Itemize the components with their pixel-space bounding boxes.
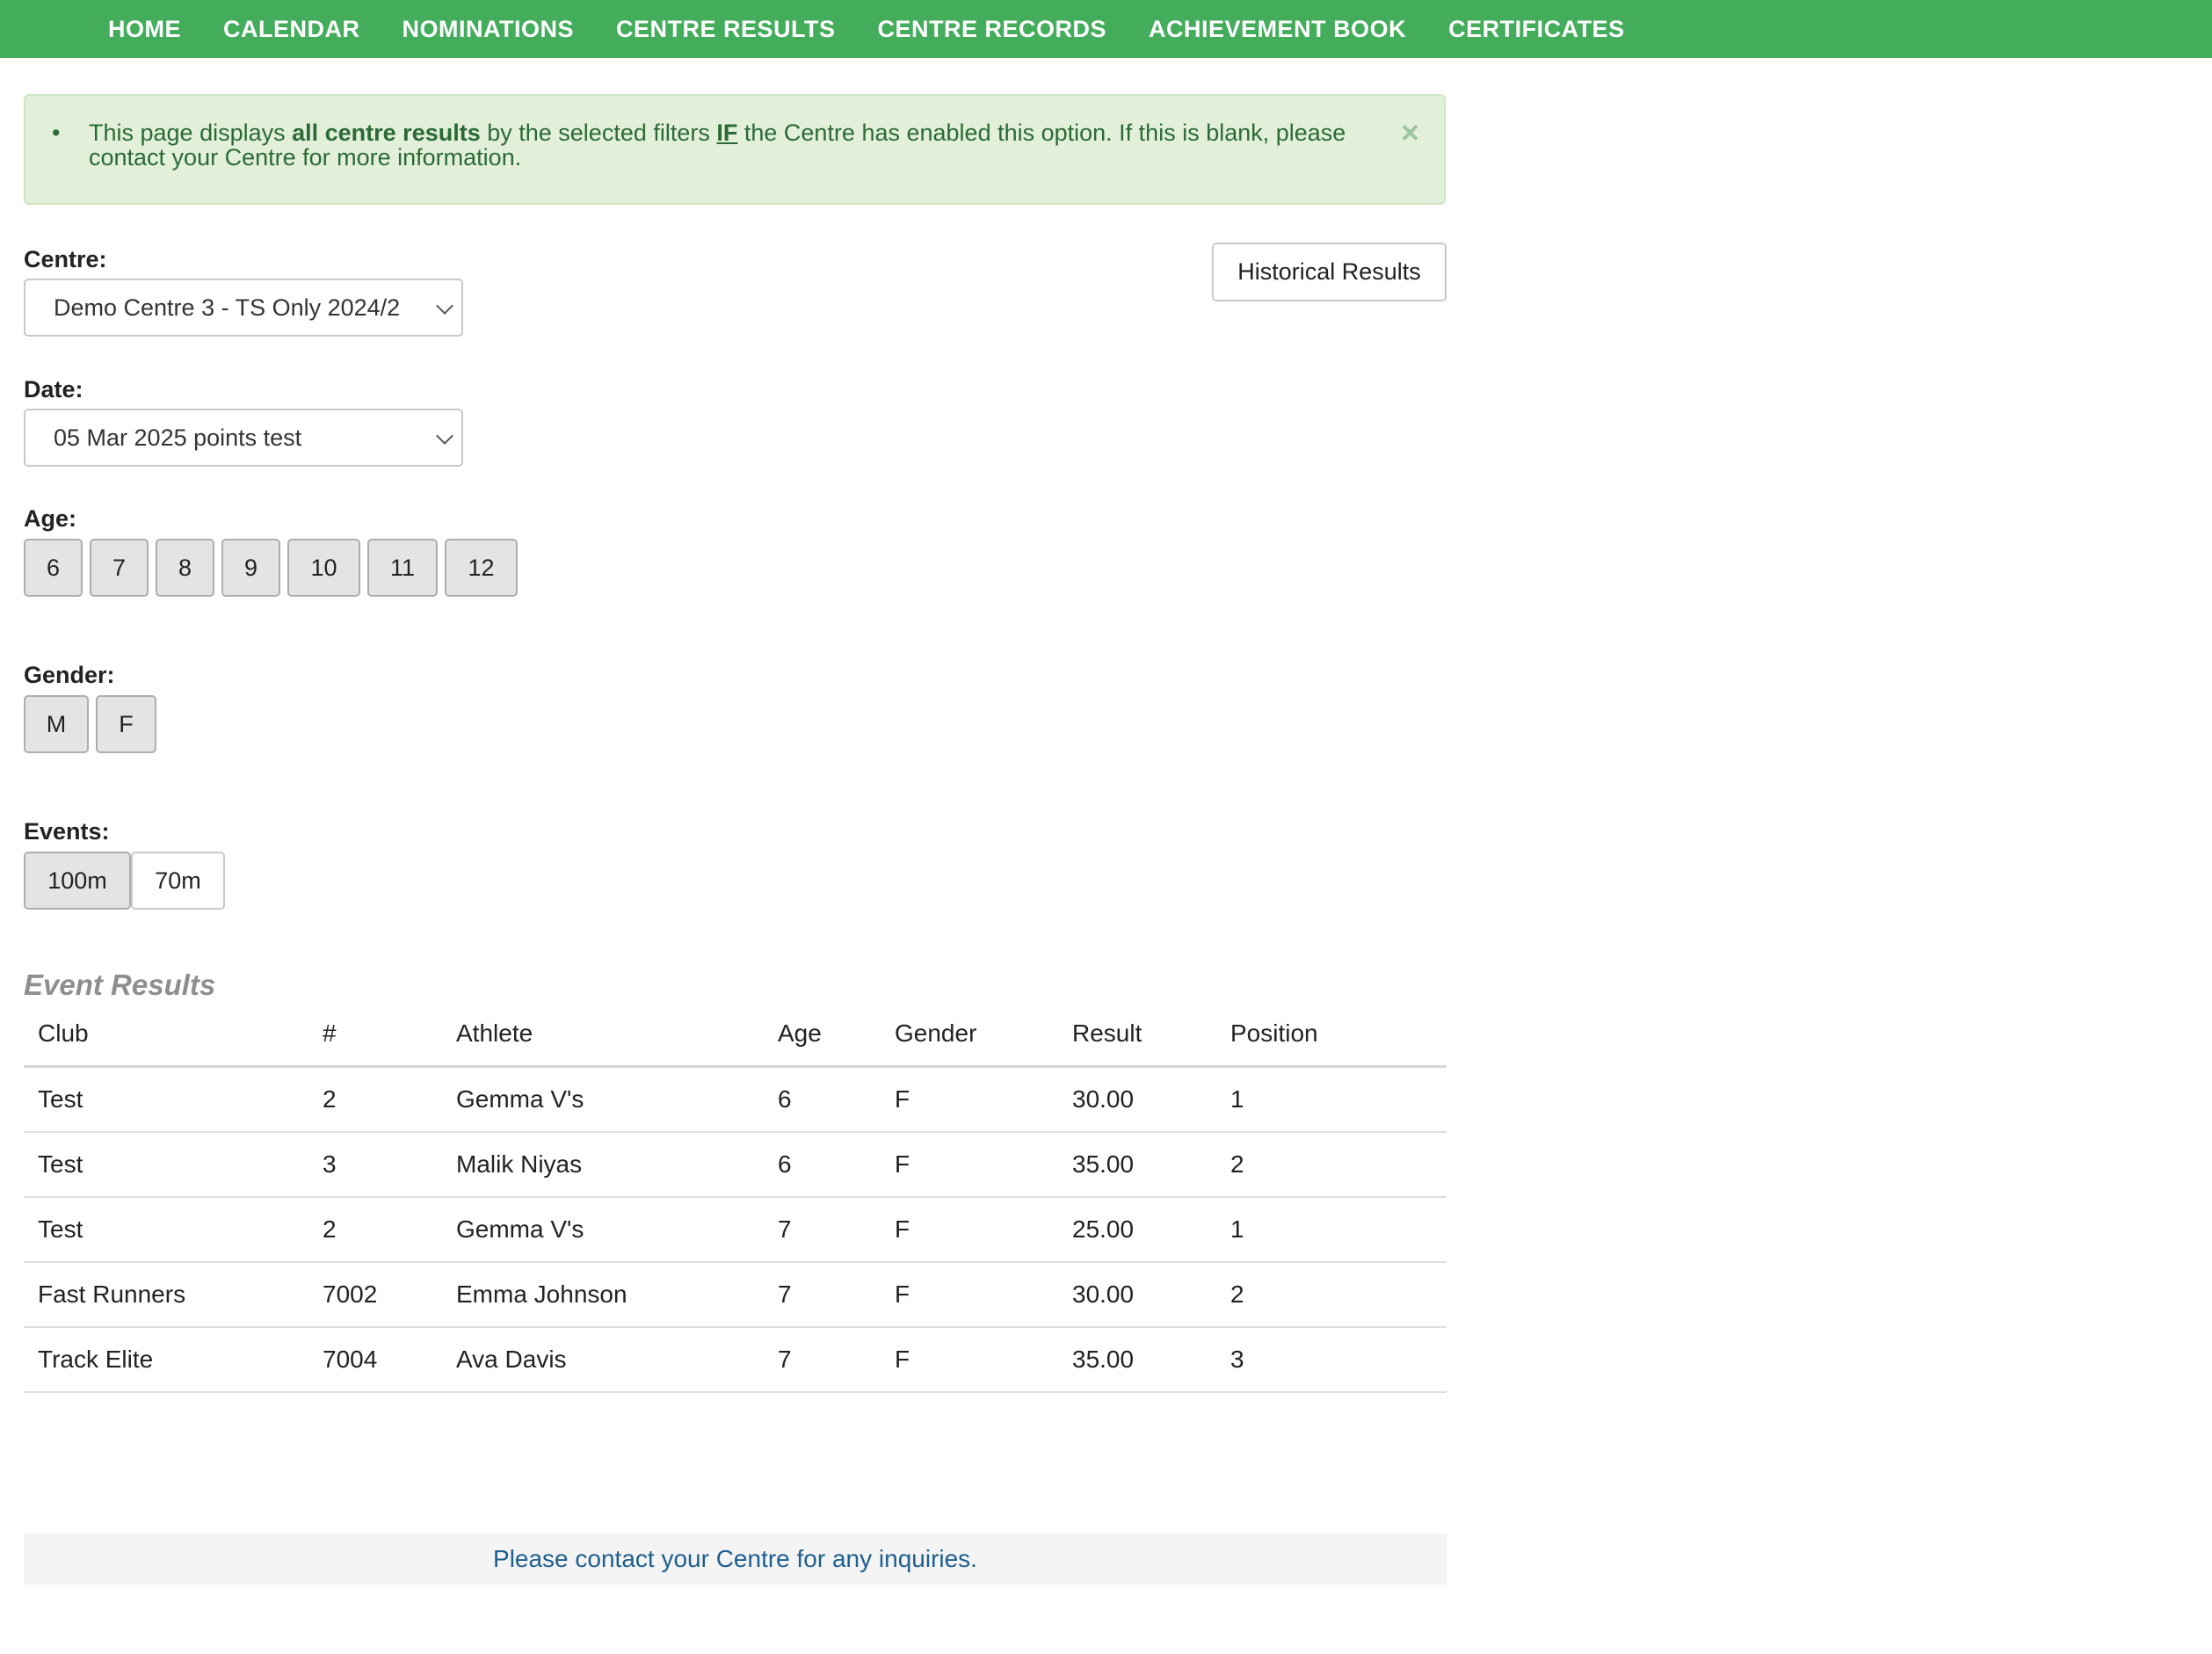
alert-text-1: This page displays [89,120,293,146]
date-select-value: 05 Mar 2025 points test [54,424,302,451]
info-alert: • This page displays all centre results … [24,94,1446,205]
nav-centre-records[interactable]: CENTRE RECORDS [878,16,1107,43]
column-header-position: Position [1216,1002,1447,1068]
alert-message: This page displays all centre results by… [89,120,1345,170]
cell-athlete: Gemma V's [442,1066,764,1133]
table-header-row: Club # Athlete Age Gender Result Positio… [24,1002,1447,1068]
cell-number: 7002 [308,1262,442,1328]
cell-age: 6 [764,1132,881,1198]
alert-bullet: • [52,120,61,146]
gender-label: Gender: [24,662,115,688]
column-header-gender: Gender [881,1002,1058,1068]
alert-bold-text: all centre results [292,120,481,146]
historical-results-button[interactable]: Historical Results [1212,243,1447,301]
cell-number: 3 [308,1132,442,1198]
cell-club: Test [24,1132,308,1198]
event-button-70m[interactable]: 70m [131,852,225,910]
cell-position: 1 [1216,1197,1447,1263]
cell-position: 2 [1216,1262,1447,1328]
cell-result: 35.00 [1058,1327,1216,1393]
cell-age: 7 [764,1327,881,1393]
cell-club: Track Elite [24,1327,308,1393]
cell-result: 30.00 [1058,1262,1216,1328]
cell-athlete: Gemma V's [442,1197,764,1263]
nav-calendar[interactable]: CALENDAR [223,16,360,43]
events-label: Events: [24,818,110,845]
age-button-8[interactable]: 8 [156,539,214,597]
event-button-100m[interactable]: 100m [24,852,131,910]
cell-club: Fast Runners [24,1262,308,1328]
age-button-12[interactable]: 12 [445,539,518,597]
event-results-title: Event Results [24,968,216,1001]
column-header-club: Club [24,1002,308,1068]
centre-select-value: Demo Centre 3 - TS Only 2024/2 [54,294,401,321]
nav-certificates[interactable]: CERTIFICATES [1448,16,1625,43]
column-header-number: # [308,1002,442,1068]
cell-athlete: Emma Johnson [442,1262,764,1328]
cell-athlete: Malik Niyas [442,1132,764,1198]
cell-age: 6 [764,1066,881,1133]
cell-result: 30.00 [1058,1066,1216,1133]
cell-age: 7 [764,1262,881,1328]
centre-select[interactable]: Demo Centre 3 - TS Only 2024/2 [24,279,463,337]
nav-home[interactable]: HOME [108,16,181,43]
cell-number: 7004 [308,1327,442,1393]
alert-text-2: by the selected filters [480,120,717,146]
cell-gender: F [881,1197,1058,1263]
close-icon[interactable]: × [1401,117,1419,149]
cell-athlete: Ava Davis [442,1327,764,1393]
gender-button-group: M F [24,695,163,753]
alert-underline-text: IF [716,120,738,146]
cell-gender: F [881,1132,1058,1198]
table-row: Test 2 Gemma V's 7 F 25.00 1 [24,1197,1447,1263]
events-button-group: 100m 70m [24,852,232,910]
age-button-6[interactable]: 6 [24,539,83,597]
cell-result: 35.00 [1058,1132,1216,1198]
gender-button-f[interactable]: F [96,695,156,753]
results-table: Club # Athlete Age Gender Result Positio… [24,1002,1447,1393]
cell-position: 3 [1216,1327,1447,1393]
chevron-down-icon [436,427,453,445]
date-select[interactable]: 05 Mar 2025 points test [24,409,463,467]
nav-nominations[interactable]: NOMINATIONS [403,16,575,43]
column-header-result: Result [1058,1002,1216,1068]
table-row: Test 3 Malik Niyas 6 F 35.00 2 [24,1132,1447,1198]
age-button-11[interactable]: 11 [367,539,438,597]
column-header-athlete: Athlete [442,1002,764,1068]
cell-number: 2 [308,1197,442,1263]
table-row: Test 2 Gemma V's 6 F 30.00 1 [24,1066,1447,1133]
age-label: Age: [24,505,76,532]
nav-centre-results[interactable]: CENTRE RESULTS [616,16,836,43]
cell-result: 25.00 [1058,1197,1216,1263]
table-row: Fast Runners 7002 Emma Johnson 7 F 30.00… [24,1262,1447,1328]
cell-position: 2 [1216,1132,1447,1198]
nav-achievement-book[interactable]: ACHIEVEMENT BOOK [1149,16,1406,43]
gender-button-m[interactable]: M [24,695,89,753]
centre-label: Centre: [24,246,107,272]
cell-gender: F [881,1262,1058,1328]
cell-gender: F [881,1327,1058,1393]
chevron-down-icon [436,297,453,315]
cell-position: 1 [1216,1066,1447,1133]
date-label: Date: [24,376,83,403]
age-button-9[interactable]: 9 [221,539,280,597]
cell-gender: F [881,1066,1058,1133]
cell-age: 7 [764,1197,881,1263]
age-button-group: 6 7 8 9 10 11 12 [24,539,525,597]
footer-contact-text: Please contact your Centre for any inqui… [24,1534,1447,1585]
cell-club: Test [24,1197,308,1263]
table-row: Track Elite 7004 Ava Davis 7 F 35.00 3 [24,1327,1447,1393]
column-header-age: Age [764,1002,881,1068]
age-button-7[interactable]: 7 [90,539,149,597]
cell-club: Test [24,1066,308,1133]
cell-number: 2 [308,1066,442,1133]
age-button-10[interactable]: 10 [287,539,360,597]
top-navbar: HOME CALENDAR NOMINATIONS CENTRE RESULTS… [0,0,2212,58]
